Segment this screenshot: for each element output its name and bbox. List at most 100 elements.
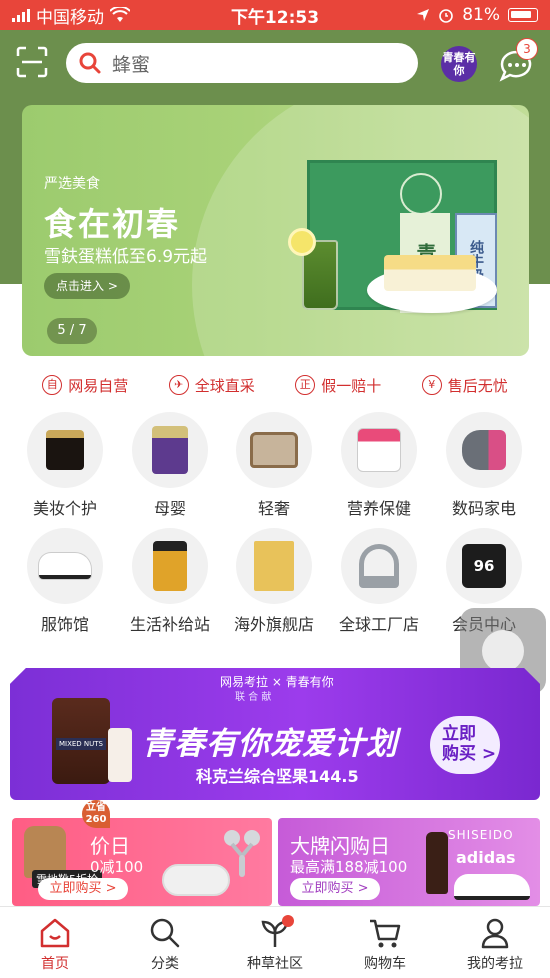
category-thumb xyxy=(236,528,312,604)
category-electronics[interactable]: 数码家电 xyxy=(432,412,536,519)
sale-buy-button[interactable]: 立即购买 > xyxy=(38,878,128,900)
sale-subtitle: 最高满188减100 xyxy=(290,858,408,876)
home-icon xyxy=(40,918,70,948)
category-label: 美妆个护 xyxy=(32,499,97,518)
category-luxury[interactable]: 轻奢 xyxy=(222,412,326,519)
youth-badge[interactable]: 青春有你 xyxy=(441,46,477,82)
tab-cart[interactable]: 购物车 xyxy=(330,907,440,978)
tab-home[interactable]: 首页 xyxy=(0,907,110,978)
category-fashion[interactable]: 服饰馆 xyxy=(13,528,117,635)
feature-authentic: 正假一赔十 xyxy=(295,370,381,400)
feature-label: 假一赔十 xyxy=(321,376,382,395)
category-thumb xyxy=(341,412,417,488)
search-placeholder: 蜂蜜 xyxy=(112,53,151,76)
jar-label: MIXED NUTS xyxy=(56,738,106,750)
promo-banner[interactable]: 网易考拉 × 青春有你 联 合 献 MIXED NUTS 青春有你宠爱计划 科克… xyxy=(10,668,540,800)
tab-label: 购物车 xyxy=(364,956,406,972)
feature-icon: 自 xyxy=(42,375,63,395)
promo-cta-line1: 立即 xyxy=(442,724,476,744)
sneaker-image xyxy=(454,874,530,900)
lotion-bottle-image xyxy=(108,728,132,782)
category-label: 海外旗舰店 xyxy=(233,615,314,634)
promo-title: 青春有你宠爱计划 xyxy=(142,726,398,762)
tab-community[interactable]: 种草社区 xyxy=(220,907,330,978)
yen-icon: ¥ xyxy=(421,375,442,395)
box-logo xyxy=(400,173,442,215)
category-label: 轻奢 xyxy=(257,499,290,518)
feature-label: 全球直采 xyxy=(194,376,255,395)
category-thumb xyxy=(132,412,208,488)
category-thumb xyxy=(132,528,208,604)
sale-buy-button[interactable]: 立即购买 > xyxy=(290,878,380,900)
tab-category[interactable]: 分类 xyxy=(110,907,220,978)
feature-after-sales: ¥ 售后无忧 xyxy=(421,370,508,400)
category-baby[interactable]: 母婴 xyxy=(118,412,222,519)
cart-icon xyxy=(370,919,401,948)
category-label: 营养保健 xyxy=(346,499,411,518)
tab-profile[interactable]: 我的考拉 xyxy=(440,907,550,978)
lemon-image xyxy=(288,228,316,256)
wifi-icon xyxy=(110,7,130,22)
category-global-factory[interactable]: 全球工厂店 xyxy=(327,528,431,635)
shampoo-bottle-image xyxy=(426,832,448,894)
hero-banner[interactable]: 严选美食 食在初春 雪鈇蛋糕低至6.9元起 点击进入 > 5 / 7 青汁 纯牛… xyxy=(22,105,529,356)
shiseido-logo: SHISEIDO xyxy=(448,828,514,842)
promo-cta-line2: 购买 > xyxy=(442,744,497,764)
plane-icon: ✈ xyxy=(168,375,189,395)
tab-label: 首页 xyxy=(41,956,69,972)
signal-icon xyxy=(12,8,30,22)
category-label: 全球工厂店 xyxy=(338,615,419,634)
face-roller-image xyxy=(224,830,260,877)
category-label: 生活补给站 xyxy=(129,615,210,634)
category-label: 母婴 xyxy=(153,499,186,518)
category-beauty[interactable]: 美妆个护 xyxy=(13,412,117,519)
location-icon xyxy=(417,9,430,21)
feature-self-operated: 自网易自营 xyxy=(42,370,128,400)
feature-label: 网易自营 xyxy=(68,376,129,395)
tab-label: 种草社区 xyxy=(247,956,303,972)
eye-mask-image xyxy=(162,864,230,896)
carrier-label: 中国移动 xyxy=(36,7,104,28)
savings-tag: 立省260 xyxy=(82,800,110,828)
category-label: 服饰馆 xyxy=(40,615,89,634)
promo-buy-button[interactable]: 立即 购买 > xyxy=(430,716,500,774)
scan-icon[interactable] xyxy=(16,46,48,78)
tab-label: 我的考拉 xyxy=(467,956,523,972)
category-thumb xyxy=(27,412,103,488)
feature-global-sourcing: ✈ 全球直采 xyxy=(168,370,255,400)
category-overseas-flagship[interactable]: 海外旗舰店 xyxy=(222,528,326,635)
category-thumb: 96 xyxy=(446,528,522,604)
alarm-icon xyxy=(439,9,454,23)
clock: 下午12:53 xyxy=(230,7,320,28)
status-bar: 中国移动 下午12:53 81% xyxy=(0,0,550,30)
sale-card-brand-flash[interactable]: 大牌闪购日 最高满188减100 SHISEIDO adidas 立即购买 > xyxy=(278,818,540,906)
category-label: 数码家电 xyxy=(451,499,516,518)
category-thumb xyxy=(236,412,312,488)
category-thumb xyxy=(341,528,417,604)
feature-icon: 正 xyxy=(295,375,316,395)
category-thumb xyxy=(446,412,522,488)
user-icon xyxy=(481,918,509,949)
feature-label: 售后无忧 xyxy=(447,376,508,395)
promo-brand-sub: 联 合 献 xyxy=(235,692,272,703)
sale-title: 价日 xyxy=(90,834,130,858)
category-thumb xyxy=(27,528,103,604)
tab-label: 分类 xyxy=(151,956,179,972)
battery-icon xyxy=(508,8,538,22)
banner-cta-button[interactable]: 点击进入 > xyxy=(44,273,130,299)
category-health[interactable]: 营养保健 xyxy=(327,412,431,519)
notification-dot xyxy=(282,915,294,927)
sale-title: 大牌闪购日 xyxy=(290,834,390,858)
message-count-badge: 3 xyxy=(516,38,538,60)
search-input[interactable]: 蜂蜜 xyxy=(66,43,418,83)
bottom-tab-bar: 首页 分类 种草社区 购物车 我的考拉 xyxy=(0,906,550,978)
promo-subtitle: 科克兰综合坚果144.5 xyxy=(196,767,359,786)
sale-card-price-day[interactable]: 雪地靴5折抢 价日 0减100 立即购买 > xyxy=(12,818,272,906)
adidas-logo: adidas xyxy=(456,848,516,867)
banner-kicker: 严选美食 xyxy=(44,176,100,192)
category-daily-supplies[interactable]: 生活补给站 xyxy=(118,528,222,635)
search-icon xyxy=(79,52,101,74)
sale-subtitle: 0减100 xyxy=(90,858,144,876)
search-icon xyxy=(150,918,180,948)
banner-title: 食在初春 xyxy=(44,205,181,243)
